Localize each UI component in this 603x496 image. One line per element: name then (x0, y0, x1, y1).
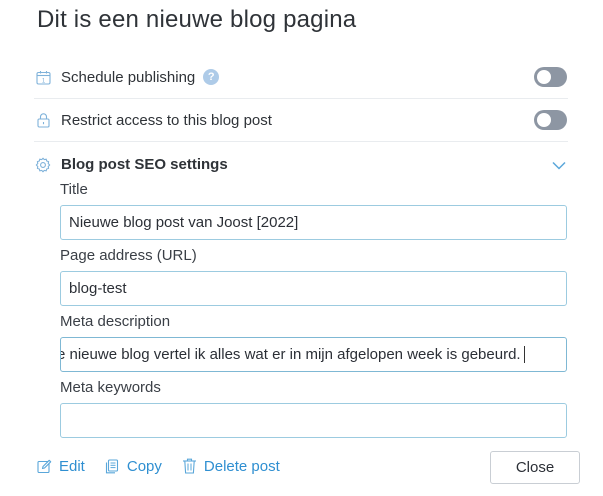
seo-settings-header[interactable]: Blog post SEO settings (34, 143, 568, 186)
restrict-access-row: Restrict access to this blog post (34, 99, 568, 142)
trash-icon (182, 458, 196, 474)
lock-icon (34, 111, 52, 129)
copy-icon (105, 458, 118, 473)
delete-post-button[interactable]: Delete post (182, 458, 280, 475)
url-field-label: Page address (URL) (60, 247, 197, 264)
chevron-down-icon[interactable] (552, 157, 566, 175)
title-field-label: Title (60, 181, 88, 198)
meta-keywords-label: Meta keywords (60, 379, 161, 396)
meta-description-input[interactable]: e nieuwe blog vertel ik alles wat er in … (60, 337, 567, 372)
schedule-publishing-toggle[interactable] (534, 67, 567, 87)
gear-icon (34, 156, 52, 174)
meta-description-label: Meta description (60, 313, 171, 330)
edit-label: Edit (59, 457, 85, 475)
calendar-icon: 1 (34, 68, 52, 86)
text-caret (523, 346, 525, 363)
page-title: Dit is een nieuwe blog pagina (37, 6, 357, 33)
meta-description-value: e nieuwe blog vertel ik alles wat er in … (60, 346, 521, 363)
edit-icon (37, 459, 52, 473)
schedule-publishing-label: Schedule publishing (61, 68, 196, 86)
title-input[interactable]: Nieuwe blog post van Joost [2022] (60, 205, 567, 240)
schedule-publishing-row: 1 Schedule publishing ? (34, 56, 568, 99)
close-button[interactable]: Close (490, 451, 580, 484)
copy-button[interactable]: Copy (105, 458, 162, 475)
copy-label: Copy (126, 457, 162, 475)
restrict-access-toggle[interactable] (534, 110, 567, 130)
restrict-access-label: Restrict access to this blog post (61, 111, 272, 129)
footer-actions: Edit Copy Delete post (37, 452, 300, 480)
help-icon[interactable]: ? (203, 69, 220, 85)
svg-text:1: 1 (41, 78, 45, 84)
meta-keywords-input[interactable] (60, 403, 567, 438)
url-input[interactable]: blog-test (60, 271, 567, 306)
seo-settings-label: Blog post SEO settings (61, 156, 228, 173)
delete-post-label: Delete post (203, 457, 280, 475)
edit-button[interactable]: Edit (37, 458, 85, 475)
